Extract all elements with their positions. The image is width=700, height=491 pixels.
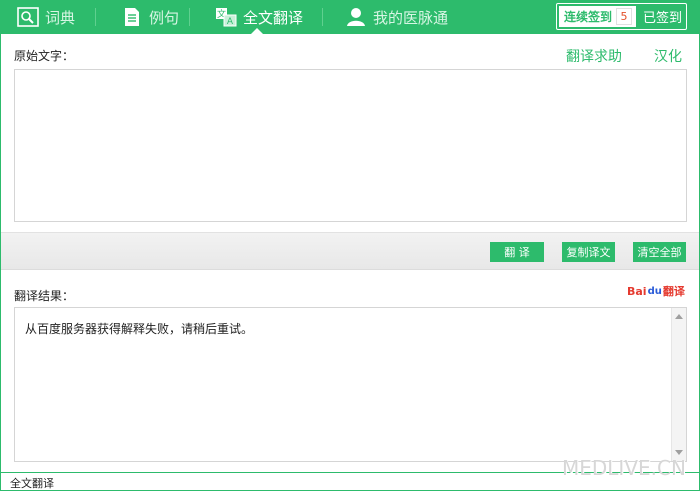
tab-example-sentences-label: 例句 xyxy=(149,8,180,27)
status-text: 全文翻译 xyxy=(10,477,54,490)
scroll-up-icon[interactable] xyxy=(675,314,683,319)
tab-full-translation-label: 全文翻译 xyxy=(243,8,304,27)
signin-status: 已签到 xyxy=(643,11,683,26)
translate-button[interactable]: 翻 译 xyxy=(490,242,544,262)
logo-text: 翻译 xyxy=(662,285,685,298)
source-label: 原始文字： xyxy=(14,49,75,63)
translation-result-area[interactable]: 从百度服务器获得解释失败，请稍后重试。 xyxy=(14,307,687,462)
result-label: 翻译结果： xyxy=(14,289,75,303)
tab-my-medlive-label: 我的医脉通 xyxy=(373,8,449,27)
signin-widget[interactable]: 连续签到 5 已签到 xyxy=(556,3,687,30)
document-icon xyxy=(121,6,143,28)
localize-link[interactable]: 汉化 xyxy=(654,46,682,66)
tab-dictionary-label: 词典 xyxy=(45,8,76,27)
tab-dictionary[interactable]: 词典 xyxy=(17,0,75,34)
signin-button[interactable]: 连续签到 5 xyxy=(559,6,637,27)
tab-my-medlive[interactable]: 我的医脉通 xyxy=(345,0,448,34)
baidu-translate-logo: Bai du 翻译 xyxy=(627,283,685,299)
source-text-input[interactable] xyxy=(14,69,687,222)
clear-all-button[interactable]: 清空全部 xyxy=(633,242,686,262)
signin-count-badge: 5 xyxy=(616,8,633,25)
copy-translation-button[interactable]: 复制译文 xyxy=(562,242,615,262)
logo-text: Bai xyxy=(627,284,647,298)
watermark: MEDLIVE.CN xyxy=(562,456,686,480)
tab-example-sentences[interactable]: 例句 xyxy=(121,0,179,34)
nav-divider xyxy=(95,8,96,26)
nav-divider xyxy=(322,8,323,26)
result-scrollbar[interactable] xyxy=(671,308,686,461)
translate-icon: 文 A xyxy=(215,6,237,28)
signin-label: 连续签到 xyxy=(564,10,613,24)
logo-mark: du xyxy=(647,285,662,297)
result-message: 从百度服务器获得解释失败，请稍后重试。 xyxy=(25,322,254,336)
user-icon xyxy=(345,6,367,28)
top-nav-bar: 词典 例句 文 A 全文翻译 我的医脉通 连续签到 5 已签到 xyxy=(0,0,700,35)
svg-text:A: A xyxy=(227,17,234,27)
dictionary-search-icon xyxy=(17,6,39,28)
scroll-down-icon[interactable] xyxy=(675,450,683,455)
translation-help-link[interactable]: 翻译求助 xyxy=(566,46,622,66)
nav-divider xyxy=(189,8,190,26)
